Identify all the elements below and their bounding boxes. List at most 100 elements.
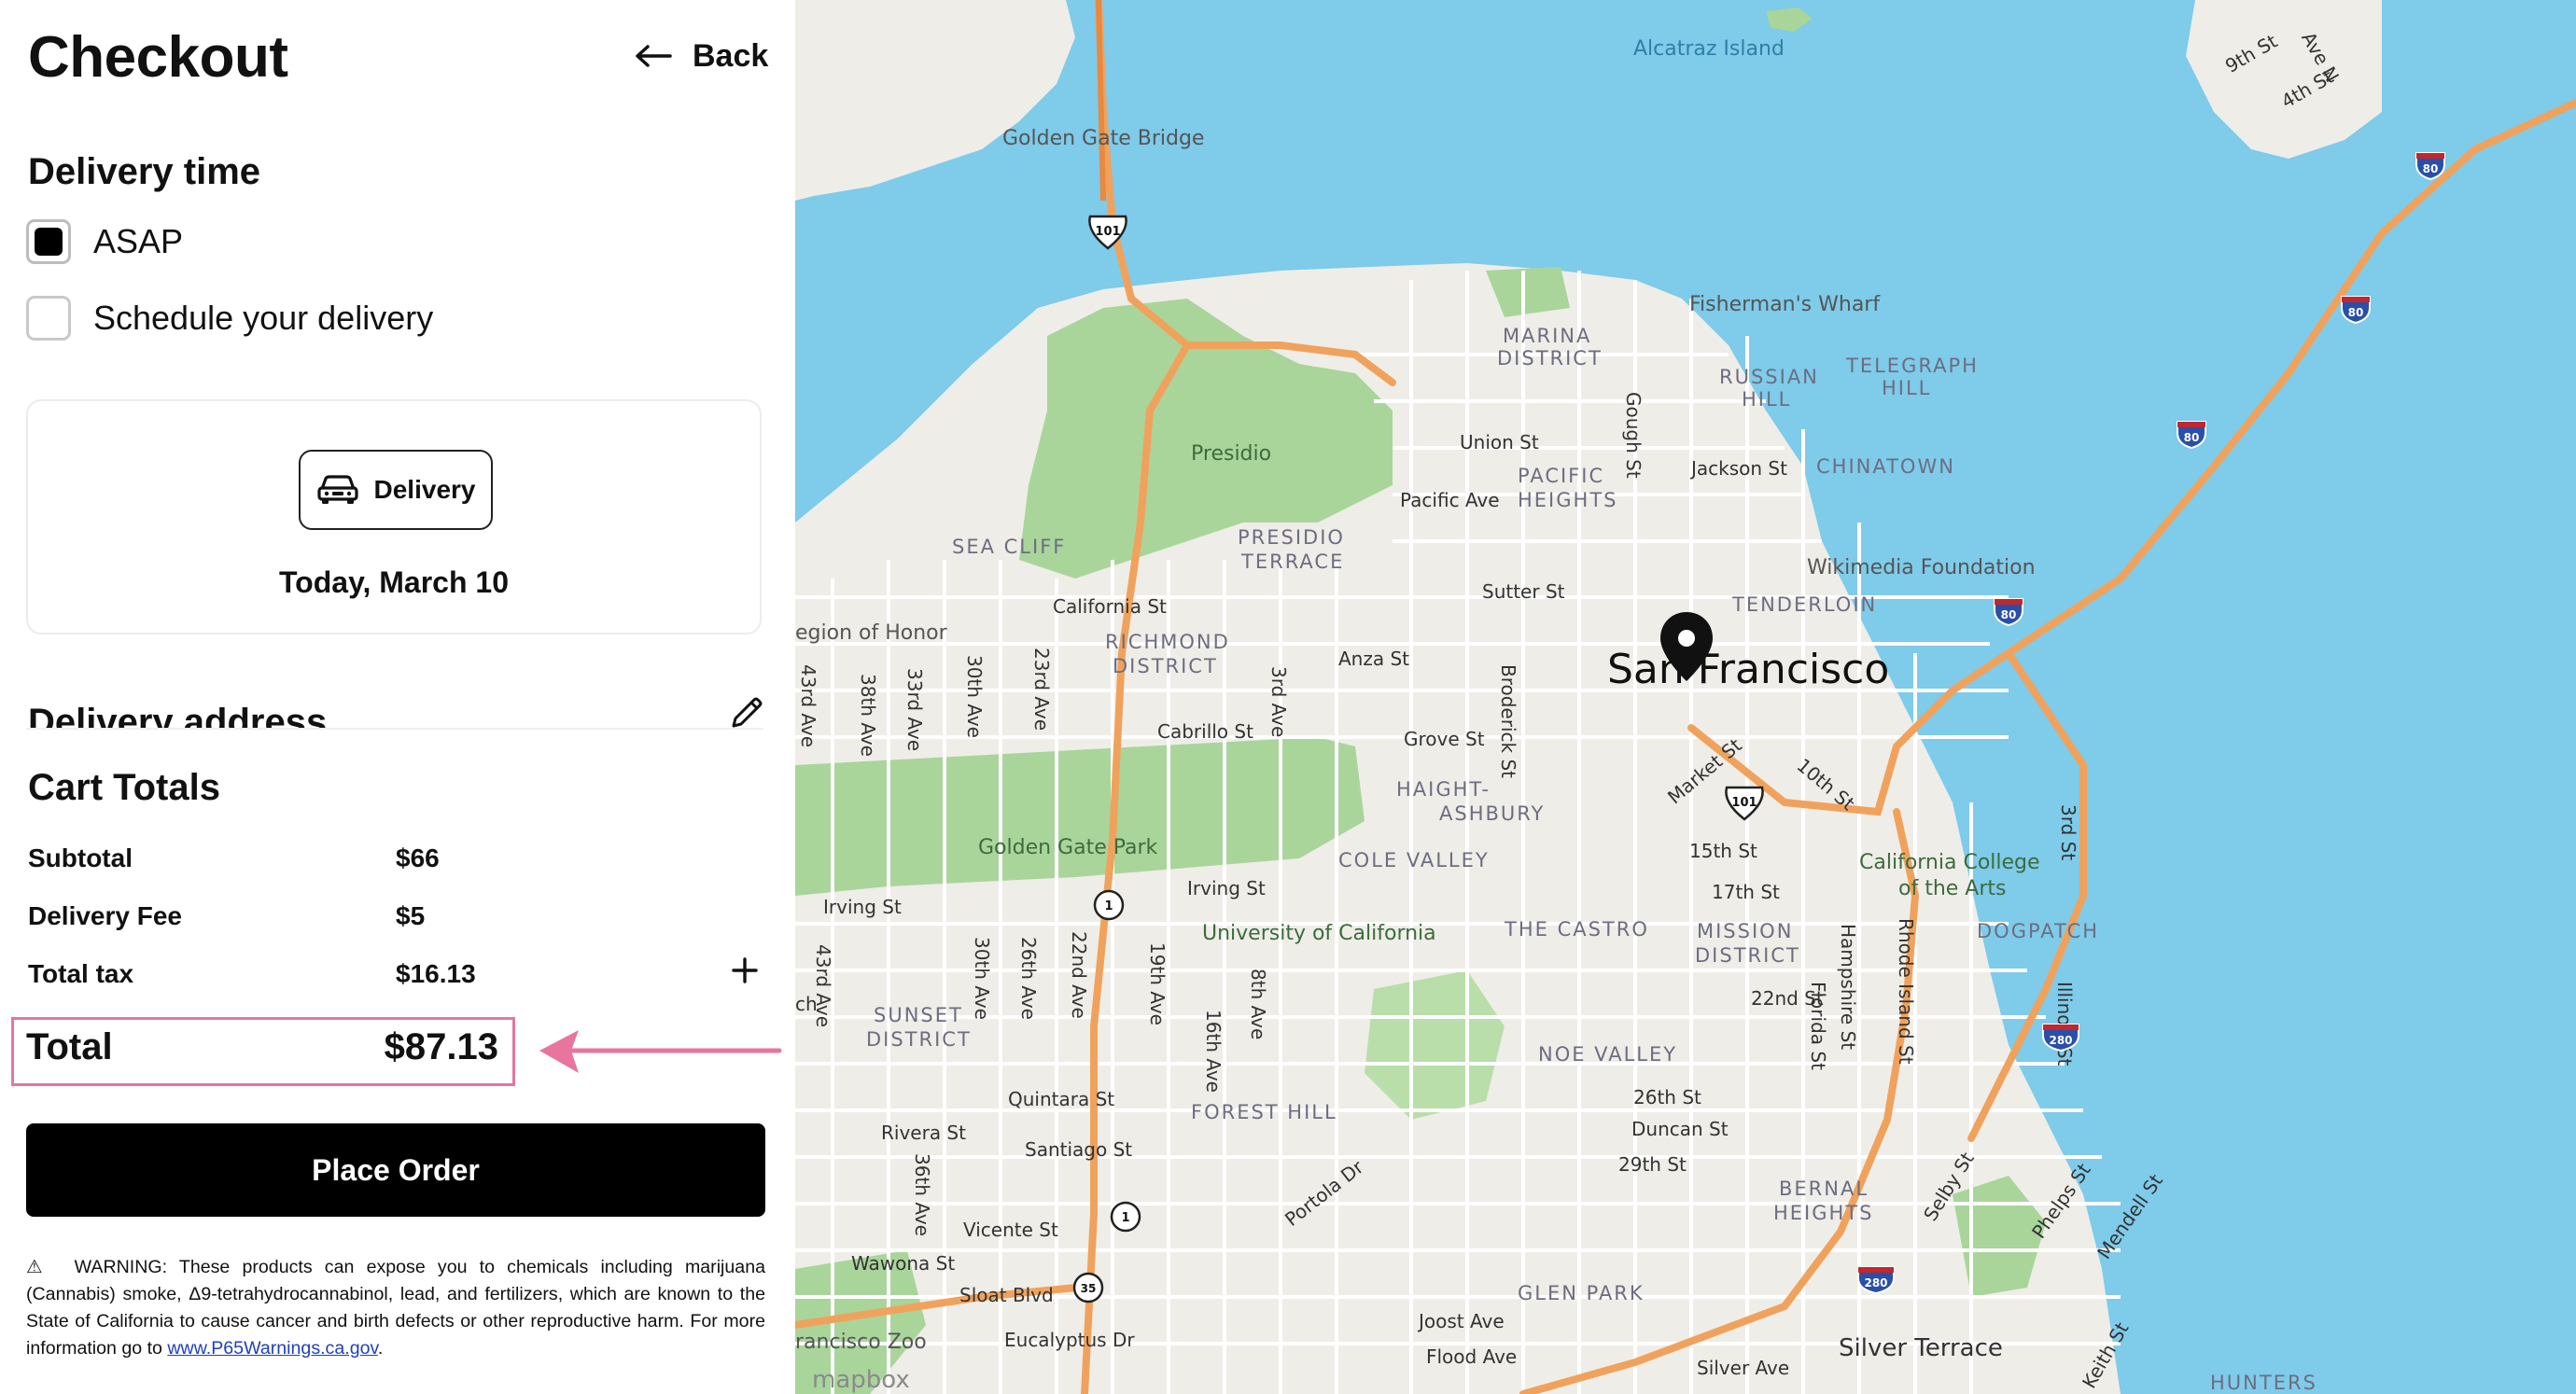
map-land-marin	[795, 0, 1075, 201]
svg-text:101: 101	[1095, 225, 1120, 239]
back-button[interactable]: Back	[635, 35, 768, 77]
map-label-mission-district: DISTRICT	[1695, 944, 1800, 967]
map-label-bernal: BERNAL	[1779, 1178, 1869, 1200]
map-label-16th-ave: 16th Ave	[1202, 1010, 1225, 1093]
map-label-city: San Francisco	[1607, 646, 1890, 693]
svg-text:80: 80	[2348, 306, 2364, 319]
map-label-mission: MISSION	[1697, 920, 1794, 942]
warning-icon: ⚠	[26, 1257, 50, 1277]
map-label-pacific-heights: HEIGHTS	[1518, 489, 1618, 511]
map-label-irving-st-west: Irving St	[823, 896, 902, 918]
map-label-grove-st: Grove St	[1404, 728, 1485, 750]
asap-label: ASAP	[93, 222, 184, 260]
map-canvas[interactable]	[795, 0, 2576, 1394]
map-label-eucalyptus-dr: Eucalyptus Dr	[1004, 1329, 1135, 1351]
map-label-richmond-district: DISTRICT	[1113, 655, 1218, 677]
delivery-method-label: Delivery	[373, 475, 476, 504]
pencil-icon[interactable]	[728, 694, 765, 732]
map-label-glen-park: GLEN PARK	[1518, 1282, 1645, 1304]
map-label-43rd-ave: 43rd Ave	[797, 664, 819, 748]
delivery-method-button[interactable]: Delivery	[299, 450, 493, 530]
svg-text:80: 80	[2001, 608, 2017, 621]
sr35-shield-icon: 35	[1072, 1272, 1104, 1303]
map-label-ucsf: University of California	[1202, 922, 1436, 945]
i80-shield-icon: 80	[2415, 152, 2445, 181]
map-label-pacific: PACIFIC	[1518, 465, 1605, 487]
map-label-15th-st: 15th St	[1689, 840, 1757, 862]
i80-shield-icon-3: 80	[2177, 421, 2206, 450]
map-label-broderick-st: Broderick St	[1497, 664, 1519, 778]
map-label-jackson-st: Jackson St	[1691, 457, 1787, 480]
svg-text:1: 1	[1104, 899, 1113, 913]
map-label-22nd-ave: 22nd Ave	[1068, 931, 1090, 1019]
us-101-shield-city-icon: 101	[1725, 786, 1764, 821]
map-label-the-castro: THE CASTRO	[1505, 918, 1649, 941]
map-label-richmond: RICHMOND	[1105, 631, 1230, 653]
svg-text:80: 80	[2423, 162, 2439, 175]
map[interactable]: Alcatraz Island Golden Gate Bridge Fishe…	[795, 0, 2576, 1394]
map-label-wawona-st: Wawona St	[851, 1252, 956, 1275]
map-label-29th-st: 29th St	[1618, 1153, 1687, 1176]
delivery-fee-value: $5	[396, 901, 426, 930]
fulfillment-card: Delivery Today, March 10	[26, 399, 762, 634]
map-label-telegraph-hill: HILL	[1882, 377, 1932, 399]
map-label-3rd-ave: 3rd Ave	[1267, 666, 1290, 738]
prop65-warning: ⚠ WARNING: These products can expose you…	[26, 1254, 765, 1362]
i80-shield-icon-2: 80	[2341, 296, 2371, 325]
map-label-bernal-heights: HEIGHTS	[1773, 1202, 1874, 1224]
map-label-30th-ave-south: 30th Ave	[971, 937, 993, 1020]
place-order-button[interactable]: Place Order	[26, 1123, 765, 1217]
map-label-fishermans-wharf: Fisherman's Wharf	[1689, 293, 1881, 316]
p65-warnings-link[interactable]: www.P65Warnings.ca.gov	[167, 1338, 377, 1359]
map-label-33rd-ave: 33rd Ave	[903, 668, 926, 752]
cart-totals-heading: Cart Totals	[28, 767, 220, 808]
map-label-irving-st-east: Irving St	[1187, 877, 1266, 899]
map-label-joost-ave: Joost Ave	[1419, 1310, 1505, 1332]
asap-option[interactable]: ASAP	[26, 219, 183, 264]
car-icon	[316, 475, 358, 504]
map-label-presidio-heights: PRESIDIO	[1238, 526, 1345, 549]
mapbox-attribution[interactable]: mapbox	[812, 1366, 910, 1394]
map-land-alcatraz	[1766, 7, 1813, 32]
svg-text:280: 280	[1864, 1276, 1887, 1289]
map-label-rivera-st: Rivera St	[881, 1122, 966, 1144]
map-label-ccac-line2: of the Arts	[1898, 877, 2007, 900]
us-101-shield-icon: 101	[1088, 215, 1127, 250]
map-label-russian: RUSSIAN	[1719, 366, 1819, 388]
map-label-santiago-st: Santiago St	[1025, 1138, 1133, 1161]
map-label-golden-gate-park: Golden Gate Park	[978, 836, 1158, 859]
map-label-hampshire-st: Hampshire St	[1837, 924, 1859, 1051]
map-label-california-st: California St	[1053, 595, 1167, 618]
map-label-flood-ave: Flood Ave	[1426, 1345, 1518, 1368]
asap-checkbox[interactable]	[26, 219, 71, 264]
map-label-ccac-line1: California College	[1859, 851, 2040, 874]
map-label-tenderloin: TENDERLOIN	[1732, 593, 1878, 616]
schedule-delivery-option[interactable]: Schedule your delivery	[26, 296, 433, 341]
map-label-17th-st: 17th St	[1712, 881, 1780, 903]
sr1-shield-icon-2: 1	[1110, 1201, 1141, 1233]
back-label: Back	[693, 37, 769, 74]
map-label-quintara-st: Quintara St	[1008, 1088, 1115, 1110]
map-label-marina: MARINA	[1503, 325, 1592, 347]
map-label-sutter-st: Sutter St	[1482, 580, 1565, 603]
i280-shield-icon: 280	[2042, 1024, 2079, 1052]
svg-text:80: 80	[2184, 431, 2200, 444]
expand-tax-plus-icon[interactable]	[728, 954, 762, 987]
i280-shield-icon-2: 280	[1857, 1266, 1895, 1295]
map-label-telegraph: TELEGRAPH	[1846, 355, 1979, 377]
total-label: Total	[26, 1026, 113, 1067]
total-tax-value: $16.13	[396, 959, 476, 988]
schedule-delivery-checkbox[interactable]	[26, 296, 71, 341]
map-label-silver-terrace: Silver Terrace	[1839, 1334, 2003, 1362]
map-label-marina-district: DISTRICT	[1497, 347, 1603, 369]
map-label-hunters: HUNTERS	[2210, 1372, 2317, 1394]
total-value: $87.13	[384, 1026, 498, 1067]
map-label-legion-of-honor: egion of Honor	[795, 621, 947, 645]
schedule-delivery-label: Schedule your delivery	[93, 299, 434, 337]
map-label-gough-st: Gough St	[1622, 392, 1645, 479]
map-label-rhode-island-st: Rhode Island St	[1895, 918, 1917, 1065]
map-label-26th-ave: 26th Ave	[1017, 937, 1040, 1020]
map-label-36th-ave: 36th Ave	[911, 1153, 933, 1236]
map-label-haight-ashbury: ASHBURY	[1439, 802, 1546, 825]
delivery-address-heading: Delivery address	[28, 702, 328, 728]
